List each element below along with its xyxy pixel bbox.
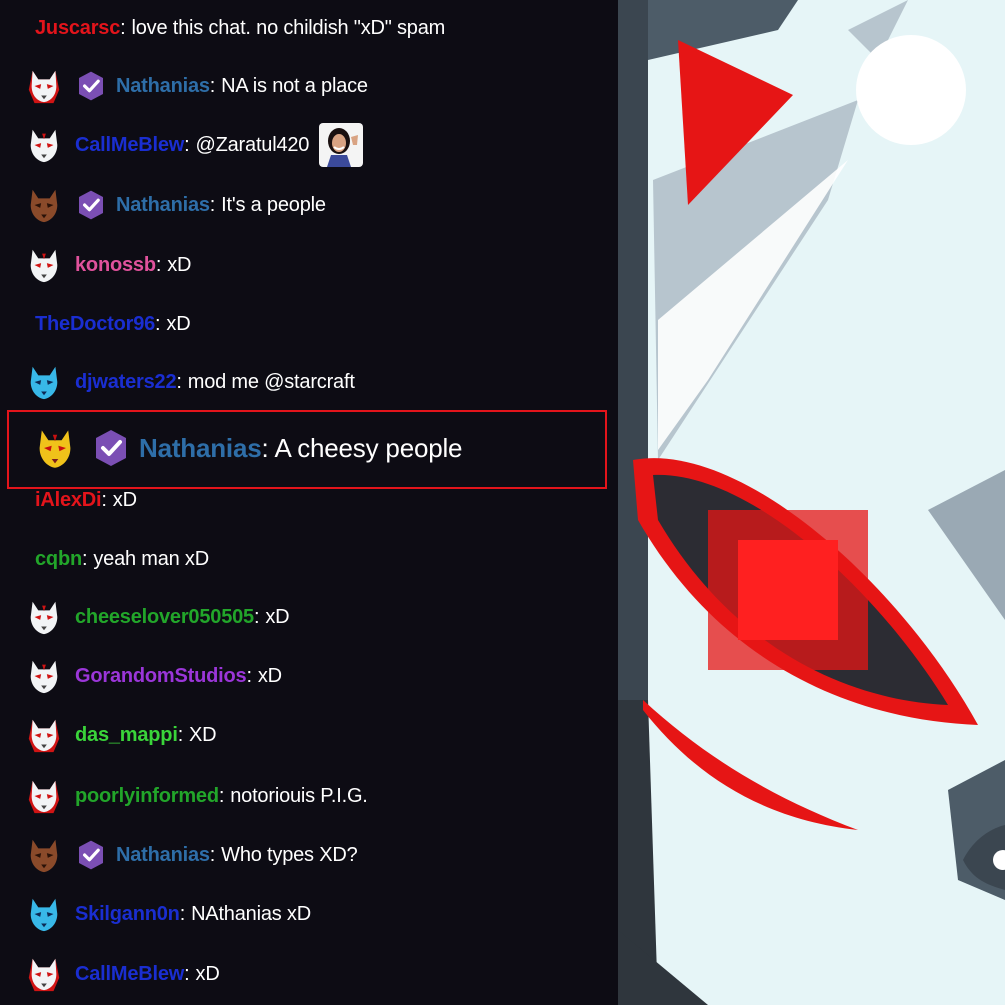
mask-badge-icon (25, 186, 63, 224)
chat-username[interactable]: Nathanias (116, 75, 210, 98)
chat-message: CallMeBlew: @Zaratul420 (0, 123, 364, 167)
chat-text: notoriouis P.I.G. (230, 784, 368, 807)
chat-separator: : (179, 902, 186, 925)
chat-username[interactable]: cheeselover050505 (75, 606, 254, 629)
chat-separator: : (209, 843, 216, 866)
chat-panel: Juscarsc: love this chat. no childish "xD… (0, 0, 618, 1005)
chat-separator: : (155, 312, 161, 335)
verified-badge-icon (75, 70, 107, 102)
chat-separator: : (253, 605, 260, 628)
chat-text: Who types XD? (221, 843, 358, 866)
chat-text: xD (167, 253, 192, 276)
chat-message: Skilgann0n: NAthanias xD (0, 892, 311, 936)
chat-username[interactable]: iAlexDi (35, 489, 102, 512)
chat-username[interactable]: Nathanias (116, 844, 210, 867)
chat-separator: : (177, 723, 184, 746)
chat-message: Nathanias: NA is not a place (0, 64, 368, 108)
chat-separator: : (101, 488, 107, 511)
chat-username[interactable]: poorlyinformed (75, 785, 219, 808)
chat-text: NAthanias xD (191, 902, 311, 925)
chat-separator: : (246, 664, 252, 687)
mask-badge-icon (25, 67, 63, 105)
mask-badge-icon (25, 777, 63, 815)
chat-text: XD (189, 723, 217, 746)
verified-badge-icon (75, 189, 107, 221)
kitsune-mask-icon (618, 0, 1005, 1005)
chat-text: mod me @starcraft (187, 370, 355, 393)
waving-woman-emote (319, 123, 364, 167)
chat-message: das_mappi: XD (0, 713, 217, 757)
chat-text: @Zaratul420 (195, 133, 310, 156)
chat-message: konossb: xD (0, 243, 191, 287)
chat-message: poorlyinformed: notoriouis P.I.G. (0, 774, 368, 818)
mask-badge-icon (33, 426, 77, 470)
chat-username[interactable]: Skilgann0n (75, 903, 180, 926)
chat-message: Nathanias: It's a people (0, 183, 326, 227)
chat-text: xD (257, 664, 282, 687)
highlighted-chat-line: Nathanias: A cheesy people (9, 426, 463, 470)
chat-username[interactable]: cqbn (35, 548, 82, 571)
chat-message: CallMeBlew: xD (0, 952, 220, 996)
verified-badge-icon (91, 428, 131, 468)
chat-message: cqbn: yeah man xD (0, 537, 209, 581)
chat-username[interactable]: Juscarsc (35, 17, 120, 40)
chat-separator: : (120, 16, 126, 39)
chat-separator: : (261, 432, 269, 463)
chat-separator: : (81, 547, 88, 570)
mask-badge-icon (25, 126, 63, 164)
chat-username[interactable]: das_mappi (75, 724, 178, 747)
mask-badge-icon (25, 836, 63, 874)
mask-badge-icon (25, 895, 63, 933)
chat-separator: : (209, 193, 216, 216)
chat-text: xD (265, 605, 290, 628)
chat-username[interactable]: CallMeBlew (75, 963, 184, 986)
chat-username[interactable]: GorandomStudios (75, 665, 247, 688)
chat-separator: : (209, 74, 216, 97)
chat-message: GorandomStudios: xD (0, 654, 282, 698)
mask-badge-icon (25, 246, 63, 284)
mask-badge-icon (25, 955, 63, 993)
mask-badge-icon (25, 716, 63, 754)
chat-username[interactable]: konossb (75, 254, 156, 277)
chat-username[interactable]: CallMeBlew (75, 134, 184, 157)
chat-username[interactable]: Nathanias (139, 433, 262, 464)
chat-text: xD (195, 962, 220, 985)
chat-message: Juscarsc: love this chat. no childish "xD… (0, 6, 445, 50)
chat-text: It's a people (221, 193, 326, 216)
chat-message: TheDoctor96: xD (0, 302, 191, 346)
chat-text: xD (166, 312, 191, 335)
kitsune-mask-art (618, 0, 1005, 1005)
chat-text: xD (112, 488, 137, 511)
verified-badge-icon (75, 839, 107, 871)
mask-badge-icon (25, 363, 63, 401)
chat-separator: : (155, 253, 162, 276)
mask-badge-icon (25, 598, 63, 636)
chat-text: yeah man xD (93, 547, 209, 570)
chat-separator: : (184, 962, 190, 985)
chat-message: Nathanias: Who types XD? (0, 833, 358, 877)
highlighted-message: Nathanias: A cheesy people (7, 410, 607, 489)
chat-username[interactable]: Nathanias (116, 194, 210, 217)
mask-badge-icon (25, 657, 63, 695)
chat-separator: : (176, 370, 182, 393)
chat-text: NA is not a place (221, 74, 368, 97)
chat-text: A cheesy people (274, 432, 463, 463)
chat-separator: : (184, 133, 190, 156)
chat-text: love this chat. no childish "xD" spam (131, 16, 446, 39)
chat-separator: : (218, 784, 225, 807)
chat-username[interactable]: djwaters22 (75, 371, 177, 394)
chat-username[interactable]: TheDoctor96 (35, 313, 155, 336)
chat-message: cheeselover050505: xD (0, 595, 290, 639)
chat-message: djwaters22: mod me @starcraft (0, 360, 355, 404)
